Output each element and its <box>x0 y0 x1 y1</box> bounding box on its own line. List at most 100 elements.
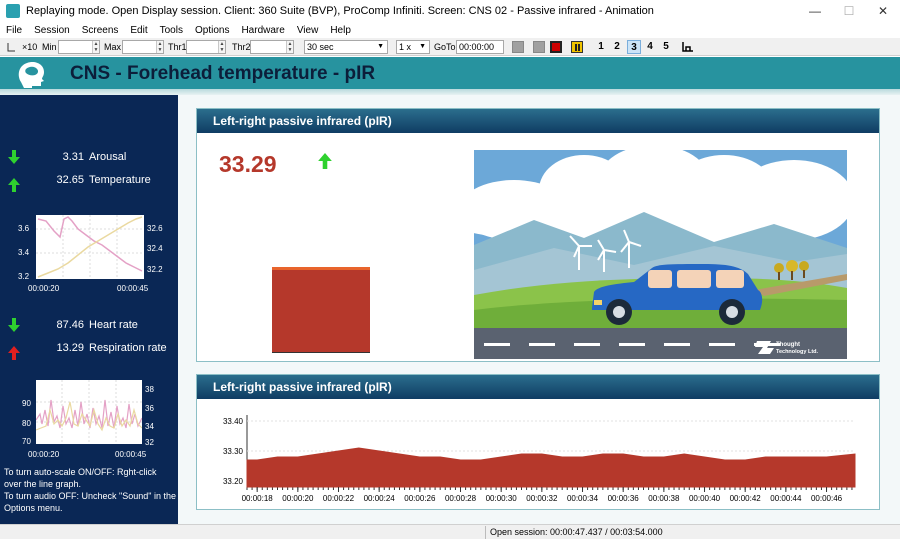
chart2-ytick-right-2: 34 <box>145 422 154 431</box>
chart2-ytick-right-0: 38 <box>145 385 154 394</box>
view-4-button[interactable]: 4 <box>643 40 657 54</box>
chart2-ytick-right-1: 36 <box>145 404 154 413</box>
thr2-input[interactable]: ▲ ▼ <box>250 40 294 54</box>
heart-respiration-mini-chart[interactable] <box>35 380 143 444</box>
page-title: CNS - Forehead temperature - pIR <box>70 63 376 84</box>
step-graph-icon[interactable] <box>682 41 694 53</box>
x-tick-label: 00:00:28 <box>445 494 477 503</box>
view-5-button[interactable]: 5 <box>659 40 673 54</box>
thr1-label: Thr1 <box>168 42 187 52</box>
pause-button[interactable] <box>571 41 583 53</box>
menu-options[interactable]: Options <box>195 25 229 36</box>
status-bar: Open session: 00:00:47.437 / 00:03:54.00… <box>0 524 900 539</box>
thr1-input[interactable]: ▲ ▼ <box>186 40 226 54</box>
min-spinner[interactable]: ▲ ▼ <box>92 41 99 53</box>
menu-session[interactable]: Session <box>34 25 70 36</box>
duration-select[interactable]: 30 sec ▼ <box>304 40 388 54</box>
x-tick-label: 00:00:20 <box>282 494 314 503</box>
menu-screens[interactable]: Screens <box>82 25 119 36</box>
minimize-button[interactable]: — <box>798 0 832 22</box>
minimize-icon: — <box>809 4 821 18</box>
close-button[interactable]: ✕ <box>866 0 900 22</box>
title-bar: Replaying mode. Open Display session. Cl… <box>0 0 900 22</box>
x-tick-label: 00:00:42 <box>730 494 762 503</box>
menu-bar: File Session Screens Edit Tools Options … <box>0 22 900 38</box>
close-icon: ✕ <box>877 4 889 18</box>
menu-view[interactable]: View <box>297 25 319 36</box>
y-tick-label: 33.40 <box>223 417 244 426</box>
max-input[interactable]: ▲ ▼ <box>122 40 164 54</box>
x-tick-label: 00:00:38 <box>648 494 680 503</box>
window-title: Replaying mode. Open Display session. Cl… <box>26 5 654 17</box>
pir-line-graph[interactable]: 33.40 33.30 33.20 00:00:18 00:00:20 00:00:22 0… <box>197 401 879 509</box>
max-label: Max <box>104 42 122 52</box>
session-status: Open session: 00:00:47.437 / 00:03:54.00… <box>490 527 663 537</box>
goto-label: GoTo <box>434 42 456 52</box>
chart1-xtick-1: 00:00:45 <box>117 284 149 293</box>
y-tick-label: 33.20 <box>223 477 244 486</box>
logo-text-2: Technology Ltd. <box>776 349 819 355</box>
chart1-ytick-right-1: 32.4 <box>147 244 163 253</box>
x-tick-label: 00:00:36 <box>608 494 640 503</box>
pir-area-series <box>246 447 856 488</box>
temperature-value: 32.65 <box>56 174 84 186</box>
temperature-label: Temperature <box>89 174 151 186</box>
x-tick-label: 00:00:26 <box>404 494 436 503</box>
heart-rate-label: Heart rate <box>89 319 138 331</box>
view-2-button[interactable]: 2 <box>610 40 624 54</box>
audio-help-text: To turn audio OFF: Uncheck "Sound" in th… <box>4 491 176 513</box>
chart1-ytick-left-2: 3.2 <box>18 272 30 281</box>
chart2-ytick-left-0: 90 <box>22 399 31 408</box>
respiration-label: Respiration rate <box>89 342 167 354</box>
scale-label: ×10 <box>22 42 38 52</box>
gray-square-button[interactable] <box>512 41 524 53</box>
x-tick-label: 00:00:22 <box>323 494 355 503</box>
chart2-ytick-right-3: 32 <box>145 438 154 447</box>
y-tick-label: 33.30 <box>223 447 244 456</box>
chart1-ytick-left-0: 3.6 <box>18 224 30 233</box>
brain-head-icon <box>18 62 44 88</box>
maximize-icon: ☐ <box>843 4 855 18</box>
x-tick-label: 00:00:32 <box>526 494 558 503</box>
pir-graph-panel-title: Left-right passive infrared (pIR) <box>197 375 879 399</box>
pir-graph-panel: Left-right passive infrared (pIR) 33.40 3… <box>196 374 880 510</box>
record-square-button[interactable] <box>550 41 562 53</box>
respiration-trend-up-icon <box>8 346 20 360</box>
menu-edit[interactable]: Edit <box>130 25 147 36</box>
pir-animation-panel: Left-right passive infrared (pIR) 33.29 <box>196 108 880 362</box>
heart-rate-trend-down-icon <box>8 318 20 332</box>
goto-input[interactable]: 00:00:00 <box>456 40 504 54</box>
pir-current-value: 33.29 <box>219 151 277 177</box>
pir-level-bar-frame <box>272 263 370 353</box>
menu-help[interactable]: Help <box>330 25 351 36</box>
max-spinner[interactable]: ▲ ▼ <box>156 41 163 53</box>
menu-tools[interactable]: Tools <box>160 25 183 36</box>
scale-icon[interactable] <box>6 42 16 52</box>
screen-header: CNS - Forehead temperature - pIR <box>0 57 900 89</box>
maximize-button[interactable]: ☐ <box>832 0 866 22</box>
x-tick-label: 00:00:24 <box>364 494 396 503</box>
respiration-value: 13.29 <box>56 342 84 354</box>
min-label: Min <box>42 42 57 52</box>
menu-file[interactable]: File <box>6 25 22 36</box>
heart-respiration-plot <box>35 380 143 444</box>
view-3-button[interactable]: 3 <box>627 40 641 54</box>
speed-select[interactable]: 1 x ▼ <box>396 40 430 54</box>
thr2-label: Thr2 <box>232 42 251 52</box>
speed-value: 1 x <box>399 42 412 52</box>
arousal-temperature-mini-chart[interactable] <box>36 215 144 279</box>
goto-value: 00:00:00 <box>459 42 495 52</box>
chart2-xtick-0: 00:00:20 <box>28 450 60 459</box>
arousal-trend-down-icon <box>8 150 20 164</box>
chart2-ytick-left-1: 80 <box>22 419 31 428</box>
thr1-spinner[interactable]: ▲ ▼ <box>218 41 225 53</box>
x-tick-label: 00:00:18 <box>242 494 274 503</box>
min-input[interactable]: ▲ ▼ <box>58 40 100 54</box>
menu-hardware[interactable]: Hardware <box>241 25 284 36</box>
chevron-down-icon: ▼ <box>377 43 384 50</box>
thr2-spinner[interactable]: ▲ ▼ <box>286 41 293 53</box>
chart2-ytick-left-2: 70 <box>22 437 31 446</box>
x-tick-label: 00:00:40 <box>689 494 721 503</box>
view-1-button[interactable]: 1 <box>594 40 608 54</box>
gray-square-button-2[interactable] <box>533 41 545 53</box>
